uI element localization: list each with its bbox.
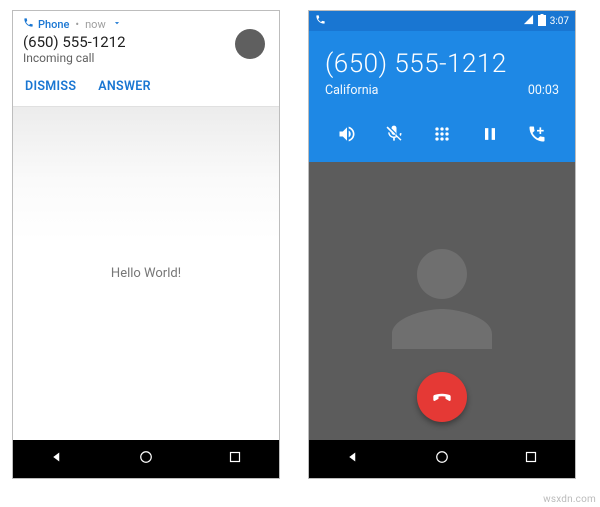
phone-screen-active-call: 3:07 (650) 555-1212 California 00:03 [308,10,576,479]
recent-icon[interactable] [522,448,540,470]
back-icon[interactable] [344,448,362,470]
caller-location: California [325,83,378,98]
call-duration: 00:03 [528,83,559,98]
signal-icon [523,14,534,28]
phone-icon [315,14,326,28]
active-call-number: (650) 555-1212 [325,49,559,79]
recent-icon[interactable] [226,448,244,470]
watermark: wsxdn.com [543,494,596,505]
back-icon[interactable] [48,448,66,470]
avatar-placeholder-icon [382,239,502,363]
incoming-subtitle: Incoming call [23,51,269,65]
incoming-number: (650) 555-1212 [23,33,269,51]
battery-icon [538,14,546,29]
dismiss-button[interactable]: DISMISS [25,79,76,94]
android-navbar [13,440,279,478]
hello-world-text: Hello World! [111,266,181,281]
chevron-down-icon[interactable] [112,18,122,31]
notification-app-name: Phone [38,18,69,31]
notification-header: Phone • now [13,11,279,33]
notification-actions: DISMISS ANSWER [13,69,279,107]
notification-time: now [85,18,106,31]
caller-avatar [235,29,265,59]
status-bar: 3:07 [309,11,575,31]
separator: • [73,18,81,31]
call-header: (650) 555-1212 California 00:03 [309,31,575,110]
home-icon[interactable] [137,448,155,470]
phone-screen-incoming: Phone • now (650) 555-1212 Incoming call… [12,10,280,479]
notification-body[interactable]: (650) 555-1212 Incoming call [13,33,279,69]
speaker-icon[interactable] [333,120,361,148]
home-icon[interactable] [433,448,451,470]
dialpad-icon[interactable] [428,120,456,148]
app-content: Hello World! [13,107,279,440]
phone-icon [23,17,34,31]
answer-button[interactable]: ANSWER [98,79,151,94]
call-body [309,162,575,440]
mute-icon[interactable] [380,120,408,148]
add-call-icon[interactable] [523,120,551,148]
status-clock: 3:07 [550,16,569,27]
end-call-button[interactable] [417,372,467,422]
android-navbar [309,440,575,478]
pause-icon[interactable] [476,120,504,148]
in-call-controls [309,110,575,162]
